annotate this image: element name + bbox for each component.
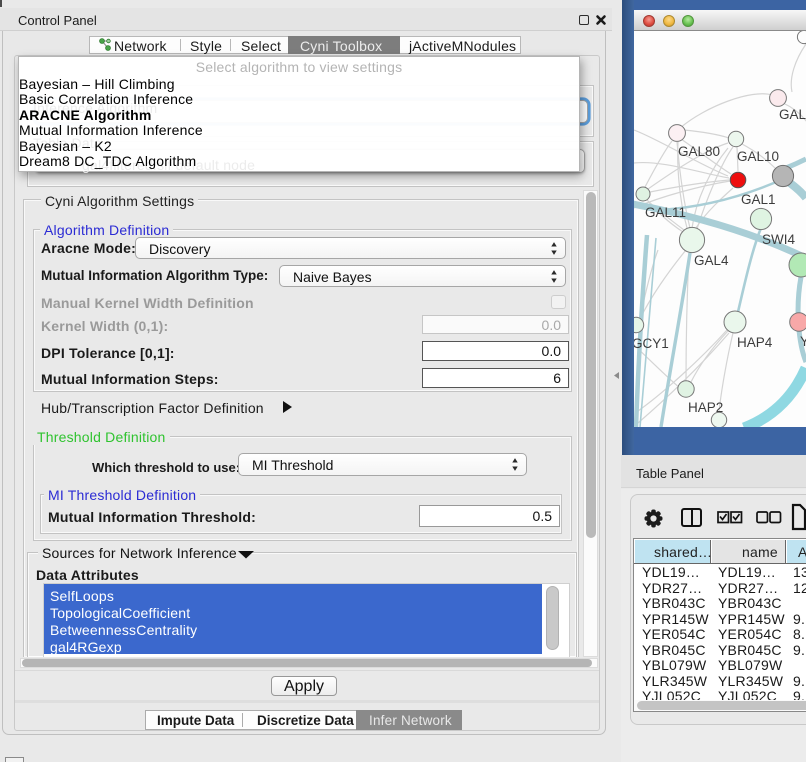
svg-text:HAP4: HAP4: [737, 335, 773, 350]
svg-text:GAL1: GAL1: [741, 192, 776, 207]
svg-text:GCY1: GCY1: [634, 336, 669, 351]
svg-text:Y: Y: [800, 334, 806, 349]
svg-text:GAL10: GAL10: [737, 149, 779, 164]
svg-text:SWI4: SWI4: [762, 232, 795, 247]
svg-text:GAL11: GAL11: [645, 205, 686, 220]
svg-text:HAP2: HAP2: [688, 400, 723, 415]
svg-text:GAL7: GAL7: [779, 107, 806, 122]
svg-text:GAL80: GAL80: [678, 144, 720, 159]
svg-text:GAL4: GAL4: [694, 253, 729, 268]
